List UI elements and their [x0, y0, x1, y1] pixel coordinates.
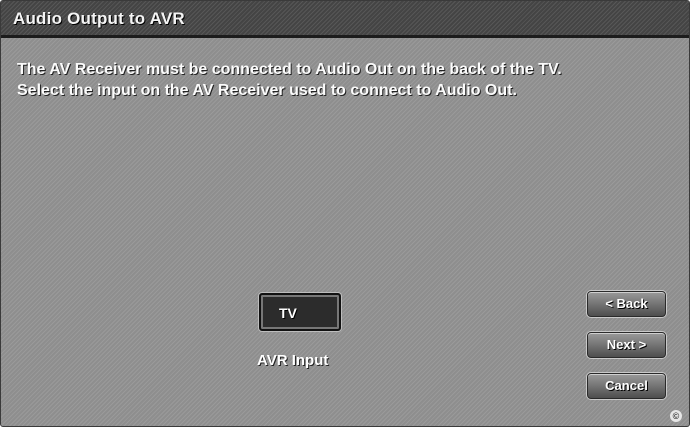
instructions-text: The AV Receiver must be connected to Aud… [17, 59, 677, 101]
back-button[interactable]: < Back [587, 291, 666, 317]
cancel-button[interactable]: Cancel [587, 373, 666, 399]
dialog-title: Audio Output to AVR [13, 9, 185, 28]
avr-input-selector[interactable]: TV [259, 293, 341, 331]
setup-dialog: Audio Output to AVR The AV Receiver must… [0, 0, 690, 427]
title-bar: Audio Output to AVR [1, 1, 689, 38]
avr-input-value: TV [279, 305, 297, 321]
copyright-mark: © [670, 410, 682, 422]
next-button[interactable]: Next > [587, 332, 666, 358]
avr-input-label: AVR Input [257, 352, 329, 369]
instruction-line-1: The AV Receiver must be connected to Aud… [17, 61, 562, 78]
instruction-line-2: Select the input on the AV Receiver used… [17, 82, 517, 99]
